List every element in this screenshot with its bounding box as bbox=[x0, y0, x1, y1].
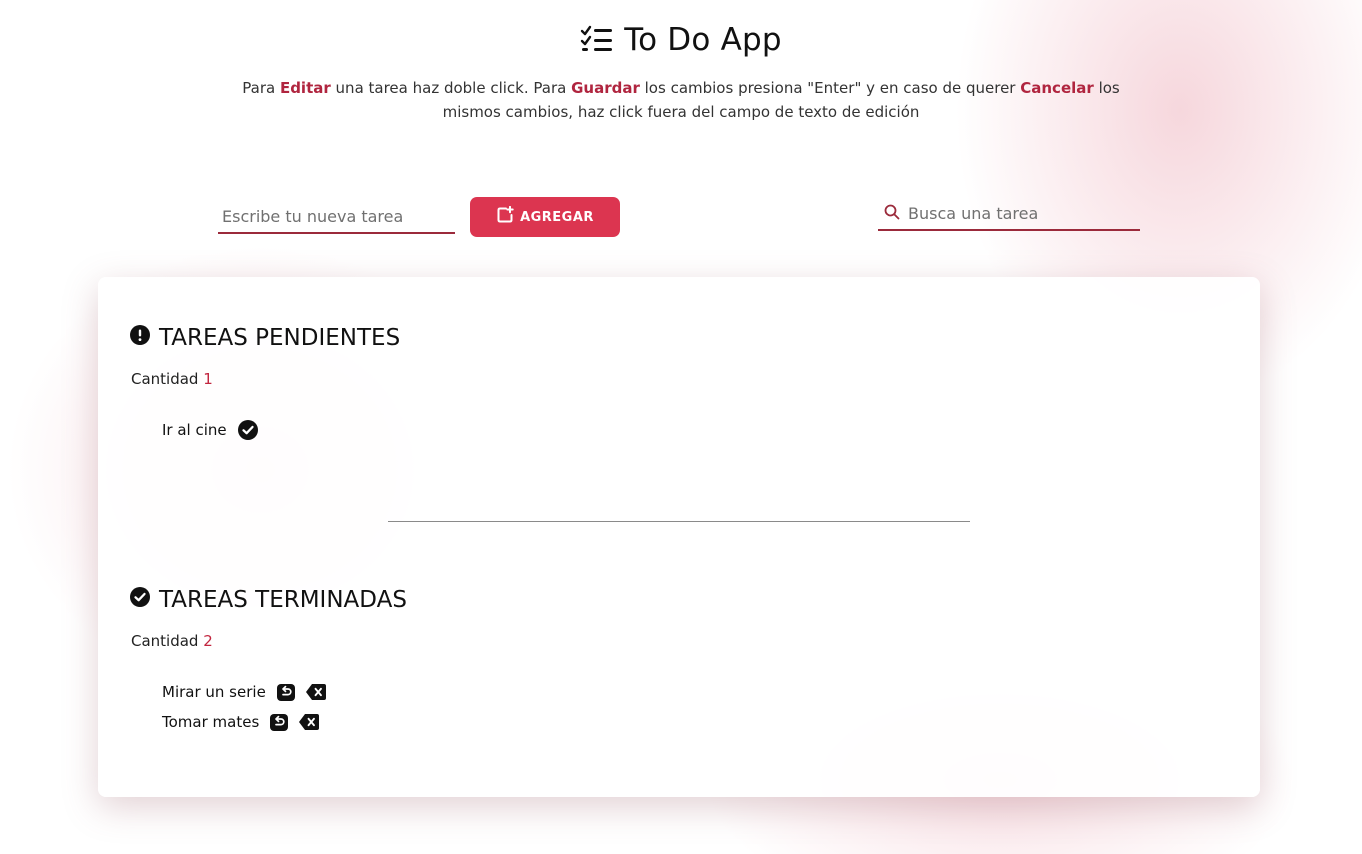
instructions-part: los cambios presiona "Enter" y en caso d… bbox=[639, 79, 1021, 97]
undo-icon[interactable] bbox=[276, 683, 295, 701]
new-task-input[interactable] bbox=[218, 200, 455, 234]
done-task-item[interactable]: Mirar un serie bbox=[162, 683, 326, 701]
done-task-item[interactable]: Tomar mates bbox=[162, 713, 320, 731]
app-header: To Do App Para Editar una tarea haz dobl… bbox=[0, 18, 1362, 124]
check-circle-icon[interactable] bbox=[237, 420, 258, 440]
title-row: To Do App bbox=[0, 18, 1362, 62]
pending-count-value: 1 bbox=[203, 370, 213, 388]
backspace-delete-icon[interactable] bbox=[299, 714, 320, 730]
pending-title-text: TAREAS PENDIENTES bbox=[159, 325, 401, 351]
done-count-label: Cantidad bbox=[131, 632, 199, 650]
check-circle-icon bbox=[130, 587, 150, 613]
task-label[interactable]: Ir al cine bbox=[162, 421, 227, 439]
add-note-icon bbox=[496, 205, 514, 228]
add-button-label: AGREGAR bbox=[520, 209, 594, 225]
add-task-button[interactable]: AGREGAR bbox=[470, 197, 620, 237]
task-label[interactable]: Mirar un serie bbox=[162, 683, 266, 701]
edit-keyword: Editar bbox=[279, 79, 331, 97]
pending-task-item[interactable]: Ir al cine bbox=[162, 420, 258, 440]
checklist-icon bbox=[580, 25, 614, 55]
section-divider bbox=[388, 521, 970, 522]
search-icon bbox=[884, 204, 900, 224]
done-count: Cantidad 2 bbox=[131, 632, 213, 650]
undo-icon[interactable] bbox=[270, 713, 289, 731]
search-box bbox=[878, 198, 1140, 231]
pending-section-title: TAREAS PENDIENTES bbox=[130, 325, 400, 351]
tasks-card: TAREAS PENDIENTES Cantidad 1 Ir al cine … bbox=[98, 277, 1260, 797]
backspace-delete-icon[interactable] bbox=[305, 684, 326, 700]
pending-count-label: Cantidad bbox=[131, 370, 199, 388]
search-input[interactable] bbox=[908, 204, 1128, 223]
save-keyword: Guardar bbox=[571, 79, 640, 97]
pending-count: Cantidad 1 bbox=[131, 370, 213, 388]
app-title: To Do App bbox=[624, 22, 782, 58]
instructions-part: Para bbox=[242, 79, 280, 97]
exclamation-circle-icon bbox=[130, 325, 150, 351]
instructions-part: una tarea haz doble click. Para bbox=[330, 79, 572, 97]
done-title-text: TAREAS TERMINADAS bbox=[159, 587, 407, 613]
cancel-keyword: Cancelar bbox=[1020, 79, 1094, 97]
done-count-value: 2 bbox=[203, 632, 213, 650]
done-section-title: TAREAS TERMINADAS bbox=[130, 587, 407, 613]
instructions-text: Para Editar una tarea haz doble click. P… bbox=[221, 76, 1141, 124]
task-label[interactable]: Tomar mates bbox=[162, 713, 259, 731]
